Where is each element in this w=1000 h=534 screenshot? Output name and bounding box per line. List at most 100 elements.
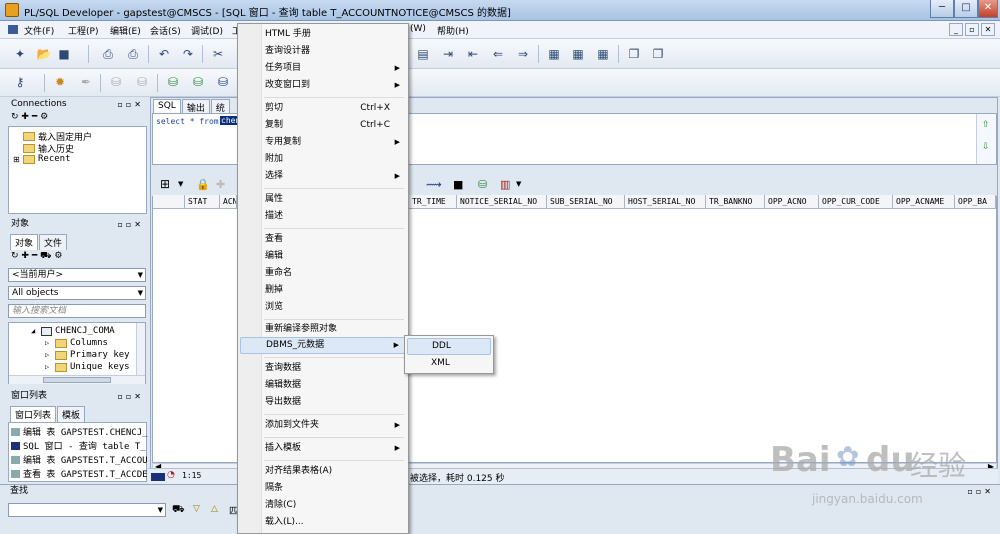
add-icon[interactable]: ✚ (21, 112, 29, 122)
comment-icon[interactable]: ⇐ (490, 46, 506, 62)
chart-icon[interactable]: ⟿ (426, 178, 442, 191)
menu-item-edit-data[interactable]: 编辑数据 (240, 377, 406, 394)
properties-icon[interactable]: ⚙ (54, 251, 62, 261)
column-header[interactable]: ACN (220, 195, 237, 209)
user-dropdown[interactable]: <当前用户> ▼ (8, 268, 146, 282)
chevron-down-icon[interactable]: ▼ (178, 180, 183, 188)
tree-item[interactable]: ▷ Primary key (45, 350, 130, 360)
minimize-button[interactable]: ─ (930, 0, 954, 18)
column-header[interactable]: TR_TIME (409, 195, 457, 209)
column-header[interactable]: OPP_CUR_CODE (819, 195, 893, 209)
menu-item-special-copy[interactable]: 专用复制 ▶ (240, 134, 406, 151)
chevron-down-icon[interactable]: ▼ (516, 180, 521, 188)
submenu-item-xml[interactable]: XML (407, 355, 491, 372)
menu-item-view[interactable]: 查看 (240, 231, 406, 248)
find-next-icon[interactable]: ▽ (193, 504, 200, 514)
tree-item[interactable]: ▷ Columns (45, 338, 108, 348)
windows-list-icon[interactable]: ❐ (650, 46, 666, 62)
list-item[interactable]: SQL 窗口 - 查询 table T_ (11, 439, 146, 452)
object-search-input[interactable]: 输入搜索文档 (8, 304, 146, 318)
menu-item-drop[interactable]: 删掉 (240, 282, 406, 299)
expand-icon[interactable]: ⊞ (13, 155, 23, 164)
arrow-down-icon[interactable]: ⇩ (982, 142, 990, 152)
remove-icon[interactable]: ━ (32, 112, 37, 122)
menu-item-align-grid[interactable]: 对齐结果表格(A) (240, 463, 406, 480)
key-icon[interactable]: ⚷ (12, 74, 28, 90)
menu-item-rename[interactable]: 重命名 (240, 265, 406, 282)
refresh-icon[interactable]: ↻ (11, 112, 19, 122)
tree-item[interactable]: ◢ CHENCJ_COMA (31, 326, 115, 336)
menu-item-splitter[interactable]: 隔条 (240, 480, 406, 497)
redo-icon[interactable]: ↷ (180, 46, 196, 62)
mdi-restore-button[interactable]: ▫ (965, 23, 979, 36)
maximize-button[interactable]: □ (954, 0, 978, 18)
print-preview-icon[interactable]: ⎙ (125, 46, 141, 62)
session-icon[interactable]: ⛁ (215, 74, 231, 90)
list-item[interactable]: 编辑 表 GAPSTEST.T_ACCOU (11, 453, 148, 466)
find-input[interactable]: ▼ (8, 503, 166, 517)
find-icon[interactable]: ⛟ (40, 251, 51, 261)
uncomment-icon[interactable]: ⇒ (515, 46, 531, 62)
mdi-close-button[interactable]: ✕ (981, 23, 995, 36)
db-grid-icon[interactable]: ▦ (570, 46, 586, 62)
menu-item-properties[interactable]: 属性 (240, 191, 406, 208)
menu-edit[interactable]: 编辑(E) (110, 24, 141, 37)
export-icon[interactable]: ⛁ (478, 178, 487, 191)
windows-icon[interactable]: ❐ (626, 46, 642, 62)
menu-item-dbms-metadata[interactable]: DBMS_元数据 ▶ (240, 337, 406, 354)
arrow-up-icon[interactable]: ⇧ (982, 120, 990, 130)
menu-item-query-designer[interactable]: 查询设计器 (240, 43, 406, 60)
menu-item-recompile[interactable]: 重新编译参照对象 (240, 321, 406, 338)
menu-item-add-to-folder[interactable]: 添加到文件夹 ▶ (240, 417, 406, 434)
sql-connect-icon[interactable]: ⛁ (190, 74, 206, 90)
column-header[interactable]: TR_BANKNO (706, 195, 765, 209)
column-header[interactable]: OPP_BA (955, 195, 996, 209)
gear-icon[interactable]: ✹ (52, 74, 68, 90)
menu-window[interactable]: (W) (410, 24, 426, 34)
db-export-icon[interactable]: ▦ (595, 46, 611, 62)
tree-item[interactable]: ⊞ Recent (13, 154, 71, 164)
indent-icon[interactable]: ⇥ (440, 46, 456, 62)
menu-item-append[interactable]: 附加 (240, 151, 406, 168)
refresh-icon[interactable]: ↻ (11, 251, 19, 261)
binoculars-icon[interactable]: ⛟ (172, 504, 185, 517)
panel-controls[interactable]: ▫▫✕ (117, 218, 144, 231)
menu-item-clear[interactable]: 清除(C) (240, 497, 406, 514)
find-db-icon[interactable]: ▦ (546, 46, 562, 62)
column-header[interactable]: HOST_SERIAL_NO (625, 195, 706, 209)
close-button[interactable]: ✕ (978, 0, 998, 18)
menu-help[interactable]: 帮助(H) (437, 24, 469, 37)
menu-project[interactable]: 工程(P) (68, 24, 98, 37)
menu-item-browse[interactable]: 浏览 (240, 299, 406, 316)
panel-controls[interactable]: ▫▫✕ (967, 485, 994, 498)
menu-item-cut[interactable]: 剪切 Ctrl+X (240, 100, 406, 117)
column-header[interactable]: OPP_ACNO (765, 195, 819, 209)
menu-item-export-data[interactable]: 导出数据 (240, 394, 406, 411)
menu-item-load[interactable]: 载入(L)... (240, 514, 406, 531)
column-header[interactable]: NOTICE_SERIAL_NO (457, 195, 547, 209)
unindent-icon[interactable]: ⇤ (465, 46, 481, 62)
mdi-minimize-button[interactable]: _ (949, 23, 963, 36)
save-icon[interactable]: ■ (56, 46, 72, 62)
column-header[interactable]: SUB_SERIAL_NO (547, 195, 625, 209)
panel-controls[interactable]: ▫▫✕ (117, 98, 144, 111)
find-prev-icon[interactable]: △ (211, 504, 218, 514)
tab-files[interactable]: 文件 (39, 234, 68, 250)
undo-icon[interactable]: ↶ (156, 46, 172, 62)
menu-item-query-data[interactable]: 查询数据 (240, 360, 406, 377)
submenu-item-ddl[interactable]: DDL (407, 338, 491, 355)
menu-item-change-window[interactable]: 改变窗口到 ▶ (240, 77, 406, 94)
menu-item-copy[interactable]: 复制 Ctrl+C (240, 117, 406, 134)
menu-item-html-manual[interactable]: HTML 手册 (240, 26, 406, 43)
tab-objects[interactable]: 对象 (10, 234, 39, 250)
menu-file[interactable]: 文件(F) (24, 24, 54, 37)
cut-icon[interactable]: ✂ (210, 46, 226, 62)
menu-item-describe[interactable]: 描述 (240, 208, 406, 225)
remove-icon[interactable]: ━ (32, 251, 37, 261)
horizontal-scrollbar[interactable] (9, 375, 145, 384)
new-icon[interactable]: ✦ (12, 46, 28, 62)
list-item[interactable]: 查看 表 GAPSTEST.T_ACCDE (11, 467, 148, 480)
tree-item[interactable]: ▷ Unique keys (45, 362, 130, 372)
grid-icon[interactable]: ⊞ (160, 177, 170, 191)
menu-item-insert-template[interactable]: 插入模板 ▶ (240, 440, 406, 457)
